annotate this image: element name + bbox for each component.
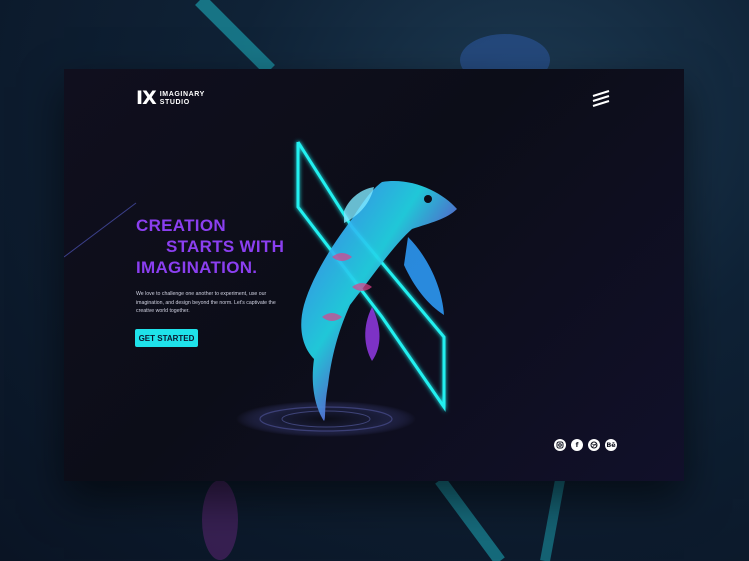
logo-name-line1: IMAGINARY xyxy=(159,90,205,98)
get-started-button[interactable]: GET STARTED xyxy=(135,329,198,347)
decorative-diagonal-line xyxy=(64,202,137,258)
dribbble-icon[interactable] xyxy=(588,439,600,451)
behance-icon[interactable]: Bē xyxy=(605,439,617,451)
social-links: f Bē xyxy=(554,439,617,451)
facebook-icon[interactable]: f xyxy=(571,439,583,451)
landing-card: IX IMAGINARY STUDIO CREATION STARTS WITH… xyxy=(64,69,684,481)
instagram-icon[interactable] xyxy=(554,439,566,451)
hamburger-menu-icon[interactable] xyxy=(590,89,612,109)
studio-logo[interactable]: IX IMAGINARY STUDIO xyxy=(136,89,205,108)
logo-text: IMAGINARY STUDIO xyxy=(160,91,205,107)
logo-mark: IX xyxy=(136,87,157,109)
mandarin-fish-illustration xyxy=(236,141,457,437)
logo-name-line2: STUDIO xyxy=(159,98,190,106)
